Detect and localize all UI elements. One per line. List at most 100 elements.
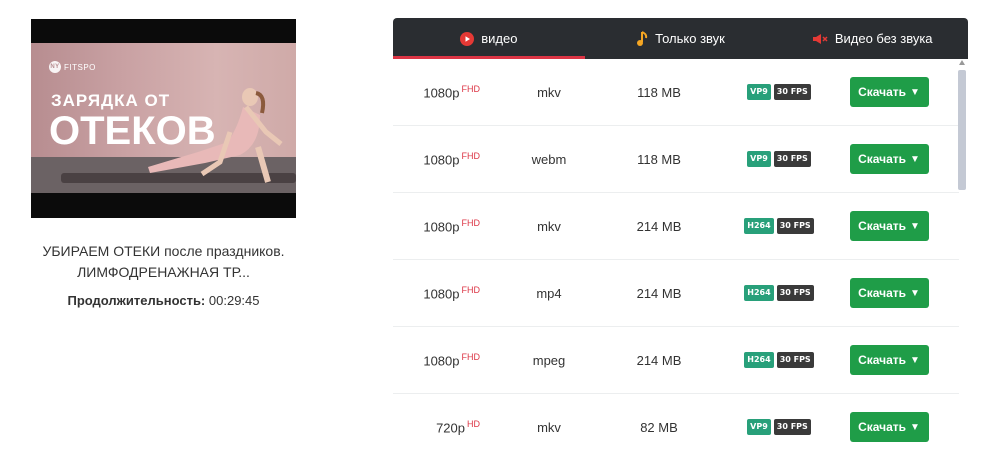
- download-button-label: Скачать: [858, 286, 907, 300]
- quality-cell: 1080p FHD: [393, 151, 504, 167]
- format-cell: mkv: [537, 419, 561, 435]
- video-info: NY FITSPO ЗАРЯДКА ОТ ОТЕКОВ УБИРАЕМ ОТЕКИ…: [31, 19, 296, 308]
- duration-value: 00:29:45: [208, 293, 260, 308]
- music-note-icon: [636, 30, 648, 47]
- fps-badge: 30 FPS: [773, 151, 811, 167]
- thumbnail-image: NY FITSPO ЗАРЯДКА ОТ ОТЕКОВ: [31, 43, 296, 193]
- quality-tag: FHD: [461, 351, 481, 362]
- list-item: 1080p FHD mp4 214 MB H264 30 FPS Скачать …: [393, 260, 959, 327]
- size-cell: 118 MB: [637, 151, 681, 167]
- caret-down-icon: ▼: [910, 421, 920, 433]
- download-cell: Скачать ▼: [834, 345, 944, 375]
- download-panel: видео Только звук Видео без звука 1080p F…: [393, 18, 968, 458]
- codec-badge: VP9: [747, 419, 771, 435]
- download-button[interactable]: Скачать ▼: [849, 278, 929, 308]
- codec-badge: H264: [744, 218, 774, 234]
- caret-down-icon: ▼: [910, 86, 920, 98]
- badges-cell: H264 30 FPS: [724, 218, 834, 234]
- thumbnail-figure: [148, 88, 283, 183]
- format-cell: mkv: [537, 84, 561, 100]
- badges-cell: VP9 30 FPS: [724, 84, 834, 100]
- format-cell: mpeg: [532, 352, 566, 368]
- list-item: 1080p FHD mkv 118 MB VP9 30 FPS Скачать ▼: [393, 59, 959, 126]
- quality-tag: HD: [467, 418, 480, 429]
- download-button[interactable]: Скачать ▼: [849, 345, 929, 375]
- quality-value: 1080p: [423, 152, 460, 168]
- tab-audio-only-label: Только звук: [655, 31, 725, 46]
- quality-value: 1080p: [423, 353, 460, 369]
- download-list: 1080p FHD mkv 118 MB VP9 30 FPS Скачать ▼…: [393, 59, 959, 458]
- list-item: 1080p FHD mkv 214 MB H264 30 FPS Скачать …: [393, 193, 959, 260]
- quality-tag: FHD: [461, 217, 481, 228]
- scroll-up-arrow[interactable]: [959, 60, 965, 65]
- tab-audio-only[interactable]: Только звук: [585, 18, 777, 59]
- format-cell: mp4: [536, 285, 562, 301]
- fps-badge: 30 FPS: [776, 352, 814, 368]
- codec-badge: VP9: [747, 84, 771, 100]
- download-button[interactable]: Скачать ▼: [849, 211, 929, 241]
- caret-down-icon: ▼: [910, 287, 920, 299]
- download-button-label: Скачать: [858, 219, 907, 233]
- quality-cell: 720p HD: [393, 419, 504, 435]
- quality-value: 1080p: [423, 286, 460, 302]
- video-duration: Продолжительность: 00:29:45: [31, 293, 296, 308]
- fps-badge: 30 FPS: [776, 285, 814, 301]
- download-cell: Скачать ▼: [834, 211, 944, 241]
- fps-badge: 30 FPS: [773, 84, 811, 100]
- fps-badge: 30 FPS: [776, 218, 814, 234]
- download-cell: Скачать ▼: [834, 412, 944, 442]
- caret-down-icon: ▼: [910, 220, 920, 232]
- quality-cell: 1080p FHD: [393, 84, 504, 100]
- download-button-label: Скачать: [858, 420, 907, 434]
- quality-value: 1080p: [423, 219, 460, 235]
- thumbnail-logo: NY FITSPO: [49, 61, 96, 73]
- download-button[interactable]: Скачать ▼: [849, 77, 929, 107]
- quality-value: 720p: [436, 420, 465, 436]
- download-button[interactable]: Скачать ▼: [849, 144, 929, 174]
- scrollbar-thumb[interactable]: [958, 70, 966, 190]
- badges-cell: H264 30 FPS: [724, 285, 834, 301]
- video-thumbnail: NY FITSPO ЗАРЯДКА ОТ ОТЕКОВ: [31, 19, 296, 218]
- caret-down-icon: ▼: [910, 153, 920, 165]
- quality-tag: FHD: [461, 284, 481, 295]
- quality-tag: FHD: [461, 83, 481, 94]
- download-cell: Скачать ▼: [834, 77, 944, 107]
- size-cell: 214 MB: [636, 218, 682, 234]
- tab-video-label: видео: [481, 31, 518, 46]
- tab-video-no-audio[interactable]: Видео без звука: [776, 18, 968, 59]
- codec-badge: H264: [744, 285, 774, 301]
- format-cell: webm: [531, 151, 567, 167]
- caret-down-icon: ▼: [910, 354, 920, 366]
- format-cell: mkv: [537, 218, 561, 234]
- list-item: 1080p FHD webm 118 MB VP9 30 FPS Скачать …: [393, 126, 959, 193]
- tab-video[interactable]: видео: [393, 18, 585, 59]
- quality-cell: 1080p FHD: [393, 285, 504, 301]
- download-button-label: Скачать: [858, 85, 907, 99]
- list-item: 720p HD mkv 82 MB VP9 30 FPS Скачать ▼: [393, 394, 959, 458]
- badges-cell: VP9 30 FPS: [724, 151, 834, 167]
- download-cell: Скачать ▼: [834, 144, 944, 174]
- format-tabs: видео Только звук Видео без звука: [393, 18, 968, 59]
- badges-cell: VP9 30 FPS: [724, 419, 834, 435]
- size-cell: 214 MB: [636, 285, 682, 301]
- download-button-label: Скачать: [858, 152, 907, 166]
- download-cell: Скачать ▼: [834, 278, 944, 308]
- badges-cell: H264 30 FPS: [724, 352, 834, 368]
- mute-speaker-icon: [812, 33, 828, 45]
- quality-cell: 1080p FHD: [393, 218, 504, 234]
- quality-tag: FHD: [461, 150, 481, 161]
- size-cell: 118 MB: [637, 84, 681, 100]
- codec-badge: H264: [744, 352, 774, 368]
- download-button-label: Скачать: [858, 353, 907, 367]
- video-title: УБИРАЕМ ОТЕКИ после праздников. ЛИМФОДРЕ…: [42, 243, 285, 280]
- download-button[interactable]: Скачать ▼: [849, 412, 929, 442]
- size-cell: 82 MB: [640, 419, 678, 435]
- quality-value: 1080p: [423, 85, 460, 101]
- duration-label: Продолжительность:: [67, 293, 206, 308]
- tab-video-no-audio-label: Видео без звука: [834, 31, 933, 46]
- youtube-icon: [460, 31, 475, 46]
- codec-badge: VP9: [747, 151, 771, 167]
- quality-cell: 1080p FHD: [393, 352, 504, 368]
- fps-badge: 30 FPS: [773, 419, 811, 435]
- list-item: 1080p FHD mpeg 214 MB H264 30 FPS Скачать…: [393, 327, 959, 394]
